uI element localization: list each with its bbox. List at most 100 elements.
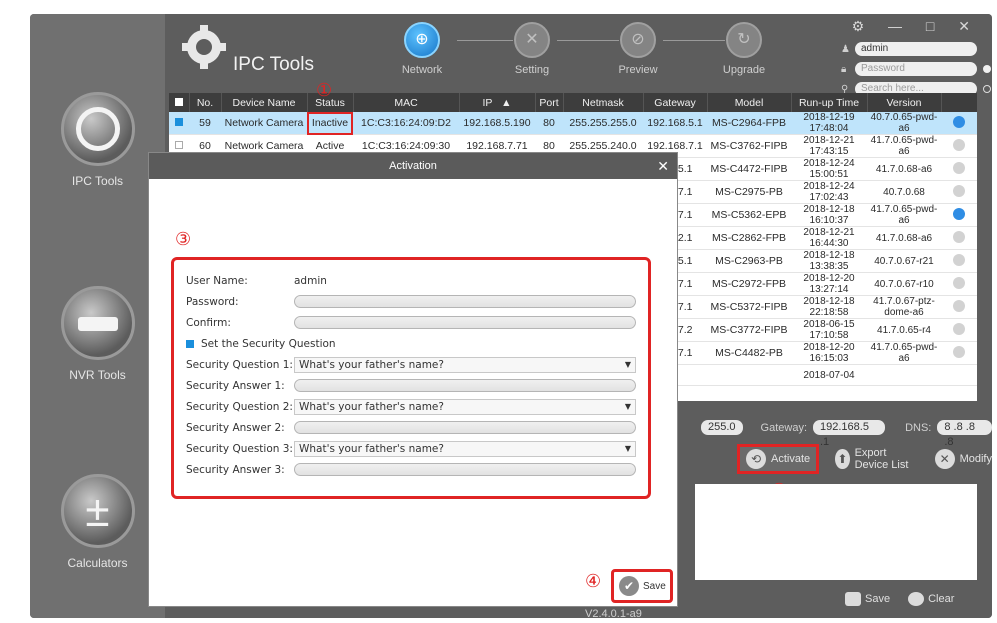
refresh-search-icon[interactable] — [983, 85, 991, 93]
sidebar-item-calculators[interactable]: ± Calculators — [30, 474, 165, 570]
password-input[interactable] — [294, 295, 636, 308]
gateway-label: Gateway: — [760, 421, 807, 434]
table-cell-version: 41.7.0.65-r4 — [867, 318, 941, 342]
sidebar-item-label: NVR Tools — [69, 368, 126, 382]
question-1-select[interactable]: What's your father's name? ▼ — [294, 356, 636, 373]
column-header[interactable]: No. — [189, 93, 222, 112]
step-upgrade[interactable]: ↻ Upgrade — [709, 22, 779, 76]
row-info-icon[interactable] — [941, 318, 977, 342]
table-cell-model: MS-C4472-FIPB — [707, 157, 791, 181]
table-cell-runup: 2018-12-24 17:02:43 — [791, 180, 867, 204]
table-cell-model: MS-C2972-FPB — [707, 272, 791, 296]
row-info-icon[interactable] — [941, 272, 977, 296]
close-icon[interactable]: ✕ — [657, 153, 669, 179]
select-all-checkbox[interactable] — [169, 93, 190, 112]
answer-3-label: Security Answer 3: — [186, 463, 285, 476]
row-info-icon[interactable] — [941, 341, 977, 365]
column-header-ip[interactable]: IP ▲ — [459, 93, 536, 112]
modify-icon: ✕ — [934, 449, 955, 469]
column-header[interactable]: Version — [867, 93, 942, 112]
save-log-label: Save — [865, 592, 891, 605]
table-cell-runup: 2018-12-21 16:44:30 — [791, 226, 867, 250]
dropdown-arrow-icon: ▼ — [624, 401, 631, 411]
step-preview[interactable]: ⊘ Preview — [603, 22, 673, 76]
table-row[interactable]: 59 Network Camera Inactive 1C:C3:16:24:09:D… — [169, 112, 977, 135]
column-header[interactable]: Port — [535, 93, 564, 112]
step-setting[interactable]: ✕ Setting — [497, 22, 567, 76]
row-info-icon[interactable] — [941, 295, 977, 319]
dialog-title: Activation — [389, 160, 437, 172]
sidebar-item-ipc-tools[interactable]: IPC Tools — [30, 92, 165, 188]
row-info-icon[interactable] — [941, 112, 977, 135]
row-checkbox[interactable] — [169, 112, 189, 135]
table-cell-model: MS-C3772-FIPB — [707, 318, 791, 342]
table-cell-model: MS-C2862-FPB — [707, 226, 791, 250]
password-label: Password: — [186, 295, 239, 308]
table-cell-model: MS-C5372-FIPB — [707, 295, 791, 319]
column-header[interactable]: Device Name — [221, 93, 308, 112]
clear-log-label: Clear — [928, 592, 955, 605]
table-cell-status: Inactive — [307, 112, 353, 135]
user-icon: ♟ — [841, 43, 850, 55]
clear-log-button[interactable]: Clear — [908, 592, 954, 606]
row-info-icon[interactable] — [941, 180, 977, 204]
table-cell-model: MS-C5362-EPB — [707, 203, 791, 227]
gear-logo-icon — [182, 25, 226, 69]
dialog-save-button[interactable]: ✔ Save — [611, 569, 673, 603]
username-field[interactable]: admin — [855, 42, 977, 56]
table-cell-netmask: 255.255.255.0 — [563, 112, 643, 135]
table-cell-runup: 2018-12-18 22:18:58 — [791, 295, 867, 319]
column-header[interactable]: Run-up Time — [791, 93, 868, 112]
table-cell-runup: 2018-06-15 17:10:58 — [791, 318, 867, 342]
row-info-icon[interactable] — [941, 157, 977, 181]
globe-icon: ⊕ — [404, 22, 440, 58]
question-2-value: What's your father's name? — [299, 400, 444, 413]
bottom-bar: Save Clear — [845, 592, 954, 606]
lock-icon: 🔒︎ — [841, 63, 847, 75]
question-3-select[interactable]: What's your father's name? ▼ — [294, 440, 636, 457]
table-cell-runup: 2018-12-24 15:00:51 — [791, 157, 867, 181]
row-info-icon[interactable] — [941, 203, 977, 227]
dropdown-arrow-icon: ▼ — [624, 443, 631, 453]
answer-3-input[interactable] — [294, 463, 636, 476]
window-controls[interactable]: ⚙ — □ ✕ — [852, 18, 980, 35]
activate-button[interactable]: ⟲ Activate — [737, 444, 820, 474]
column-header[interactable]: Netmask — [563, 93, 644, 112]
question-1-label: Security Question 1: — [186, 358, 293, 371]
row-info-icon[interactable] — [941, 249, 977, 273]
modify-button[interactable]: ✕ Modify — [934, 444, 992, 474]
dns-field[interactable]: 8 .8 .8 .8 — [937, 420, 992, 448]
table-cell-mac: 1C:C3:16:24:09:D2 — [353, 112, 459, 135]
dns-label: DNS: — [905, 421, 932, 434]
confirm-input[interactable] — [294, 316, 636, 329]
login-indicator-icon[interactable] — [983, 65, 991, 73]
table-cell-runup: 2018-12-18 16:10:37 — [791, 203, 867, 227]
annotation-3: ③ — [175, 229, 192, 250]
password-field[interactable]: Password — [855, 62, 977, 76]
pencil-icon: ⊘ — [620, 22, 656, 58]
row-info-icon[interactable] — [941, 134, 977, 158]
table-cell-model: MS-C2963-PB — [707, 249, 791, 273]
table-cell-version: 40.7.0.68 — [867, 180, 941, 204]
answer-1-input[interactable] — [294, 379, 636, 392]
table-cell-model: MS-C4482-PB — [707, 341, 791, 365]
activate-label: Activate — [771, 453, 811, 465]
column-header[interactable]: MAC — [353, 93, 460, 112]
export-device-list-button[interactable]: ⬆ Export Device List — [835, 444, 918, 474]
save-log-button[interactable]: Save — [845, 592, 890, 606]
table-cell-runup: 2018-12-20 16:15:03 — [791, 341, 867, 365]
modify-label: Modify — [959, 453, 992, 465]
column-header[interactable]: Model — [707, 93, 792, 112]
netmask-field[interactable]: 255.0 — [701, 420, 743, 435]
gateway-field[interactable]: 192.168.5 .1 — [813, 420, 886, 448]
answer-2-input[interactable] — [294, 421, 636, 434]
security-question-checkbox[interactable]: Set the Security Question — [186, 333, 636, 354]
question-2-select[interactable]: What's your father's name? ▼ — [294, 398, 636, 415]
answer-1-label: Security Answer 1: — [186, 379, 285, 392]
table-cell-name: Network Camera — [221, 112, 307, 135]
step-network[interactable]: ⊕ Network — [387, 22, 457, 76]
row-info-icon[interactable] — [941, 226, 977, 250]
column-header[interactable]: Gateway — [643, 93, 708, 112]
sidebar-item-nvr-tools[interactable]: NVR Tools — [30, 286, 165, 382]
table-cell-runup: 2018-12-21 17:43:15 — [791, 134, 867, 158]
